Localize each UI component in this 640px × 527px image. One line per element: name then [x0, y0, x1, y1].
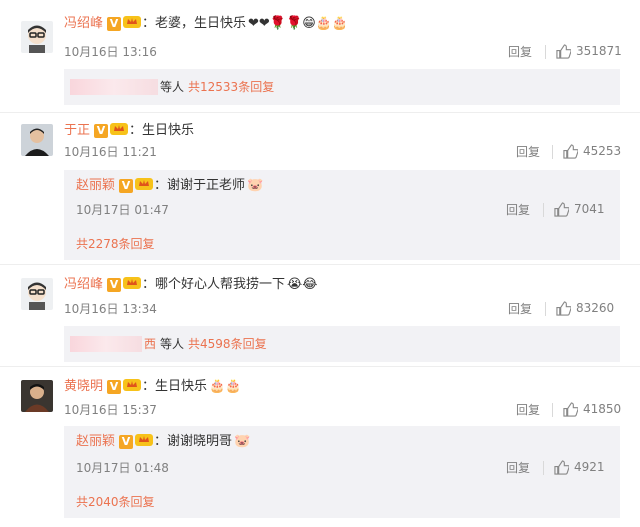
username[interactable]: 冯绍峰 [64, 15, 103, 33]
like-button[interactable]: 41850 [563, 401, 621, 417]
username[interactable]: 冯绍峰 [64, 276, 103, 294]
summary-text: 等人 [160, 80, 185, 94]
avatar[interactable] [21, 124, 53, 156]
timestamp: 10月16日 11:21 [64, 145, 157, 159]
comment-text: ：生日快乐 [129, 123, 195, 138]
reply-summary-box: 西 等人 共4598条回复 [64, 326, 620, 362]
username[interactable]: 赵丽颖 [76, 433, 115, 451]
verified-icon: V [107, 278, 122, 292]
emoji: ❤❤🌹🌹😁🎂🎂 [248, 16, 349, 31]
like-count: 4921 [574, 460, 605, 474]
divider [545, 45, 546, 59]
crown-icon [135, 432, 154, 452]
blurred-names [70, 336, 142, 352]
comment-text: ：哪个好心人帮我捞一下 [142, 277, 286, 292]
reply-text: ：谢谢晓明哥 [154, 434, 233, 449]
comment-item: 冯绍峰 V ：老婆，生日快乐 ❤❤🌹🌹😁🎂🎂 10月16日 13:16 回复 3… [0, 0, 640, 110]
emoji: 😭😂 [287, 277, 318, 292]
verified-icon: V [107, 17, 122, 31]
comment-item: 冯绍峰 V ：哪个好心人帮我捞一下 😭😂 10月16日 13:34 回复 832… [0, 264, 640, 364]
comment-text: ：老婆，生日快乐 [142, 16, 247, 31]
divider [543, 203, 544, 217]
verified-icon: V [119, 179, 134, 193]
thumbs-up-icon [556, 43, 571, 59]
divider [543, 461, 544, 475]
timestamp: 10月17日 01:47 [76, 203, 169, 217]
thumbs-up-icon [563, 143, 578, 159]
comment-text: ：生日快乐 [142, 379, 208, 394]
thumbs-up-icon [554, 201, 569, 217]
divider [552, 403, 553, 417]
reply-button[interactable]: 回复 [516, 402, 540, 418]
like-count: 41850 [583, 402, 622, 416]
crown-icon [135, 176, 154, 196]
thumbs-up-icon [554, 459, 569, 475]
reply-button[interactable]: 回复 [506, 460, 530, 476]
reply-count-link[interactable]: 共4598条回复 [188, 336, 267, 352]
verified-icon: V [119, 435, 134, 449]
avatar[interactable] [21, 380, 53, 412]
verified-icon: V [94, 124, 109, 138]
partial-name: 西 [144, 337, 157, 351]
like-count: 7041 [574, 202, 605, 216]
reply-button[interactable]: 回复 [506, 202, 530, 218]
reply-button[interactable]: 回复 [516, 144, 540, 160]
timestamp: 10月17日 01:48 [76, 461, 169, 475]
like-button[interactable]: 4921 [554, 459, 605, 475]
like-button[interactable]: 83260 [556, 300, 614, 316]
crown-icon [110, 121, 129, 141]
like-button[interactable]: 7041 [554, 201, 605, 217]
divider [552, 145, 553, 159]
summary-text: 等人 [160, 337, 185, 351]
username[interactable]: 于正 [64, 122, 90, 140]
timestamp: 10月16日 13:34 [64, 302, 157, 316]
avatar[interactable] [21, 21, 53, 53]
like-count: 45253 [583, 144, 622, 158]
reply-count-link[interactable]: 共12533条回复 [188, 79, 274, 95]
username[interactable]: 赵丽颖 [76, 177, 115, 195]
divider [545, 302, 546, 316]
emoji: 🐷 [247, 178, 264, 193]
verified-icon: V [107, 380, 122, 394]
thumbs-up-icon [563, 401, 578, 417]
reply-button[interactable]: 回复 [508, 44, 532, 60]
emoji: 🐷 [234, 434, 251, 449]
reply-button[interactable]: 回复 [508, 301, 532, 317]
reply-summary-box: 等人 共12533条回复 [64, 69, 620, 105]
total-replies-link[interactable]: 共2040条回复 [76, 494, 155, 510]
username[interactable]: 黄晓明 [64, 378, 103, 396]
like-count: 351871 [576, 44, 622, 58]
crown-icon [123, 377, 142, 397]
blurred-names [70, 79, 158, 95]
like-count: 83260 [576, 301, 615, 315]
total-replies-link[interactable]: 共2278条回复 [76, 236, 155, 252]
avatar[interactable] [21, 278, 53, 310]
like-button[interactable]: 45253 [563, 143, 621, 159]
crown-icon [123, 14, 142, 34]
thumbs-up-icon [556, 300, 571, 316]
comment-item: 于正 V ：生日快乐 10月16日 11:21 回复 45253 赵丽颖 V ：… [0, 112, 640, 262]
emoji: 🎂🎂 [209, 379, 242, 394]
crown-icon [123, 275, 142, 295]
reply-text: ：谢谢于正老师 [154, 178, 246, 193]
timestamp: 10月16日 15:37 [64, 403, 157, 417]
timestamp: 10月16日 13:16 [64, 45, 157, 59]
like-button[interactable]: 351871 [556, 43, 622, 59]
comment-item: 黄晓明 V ：生日快乐 🎂🎂 10月16日 15:37 回复 41850 赵丽颖… [0, 366, 640, 527]
